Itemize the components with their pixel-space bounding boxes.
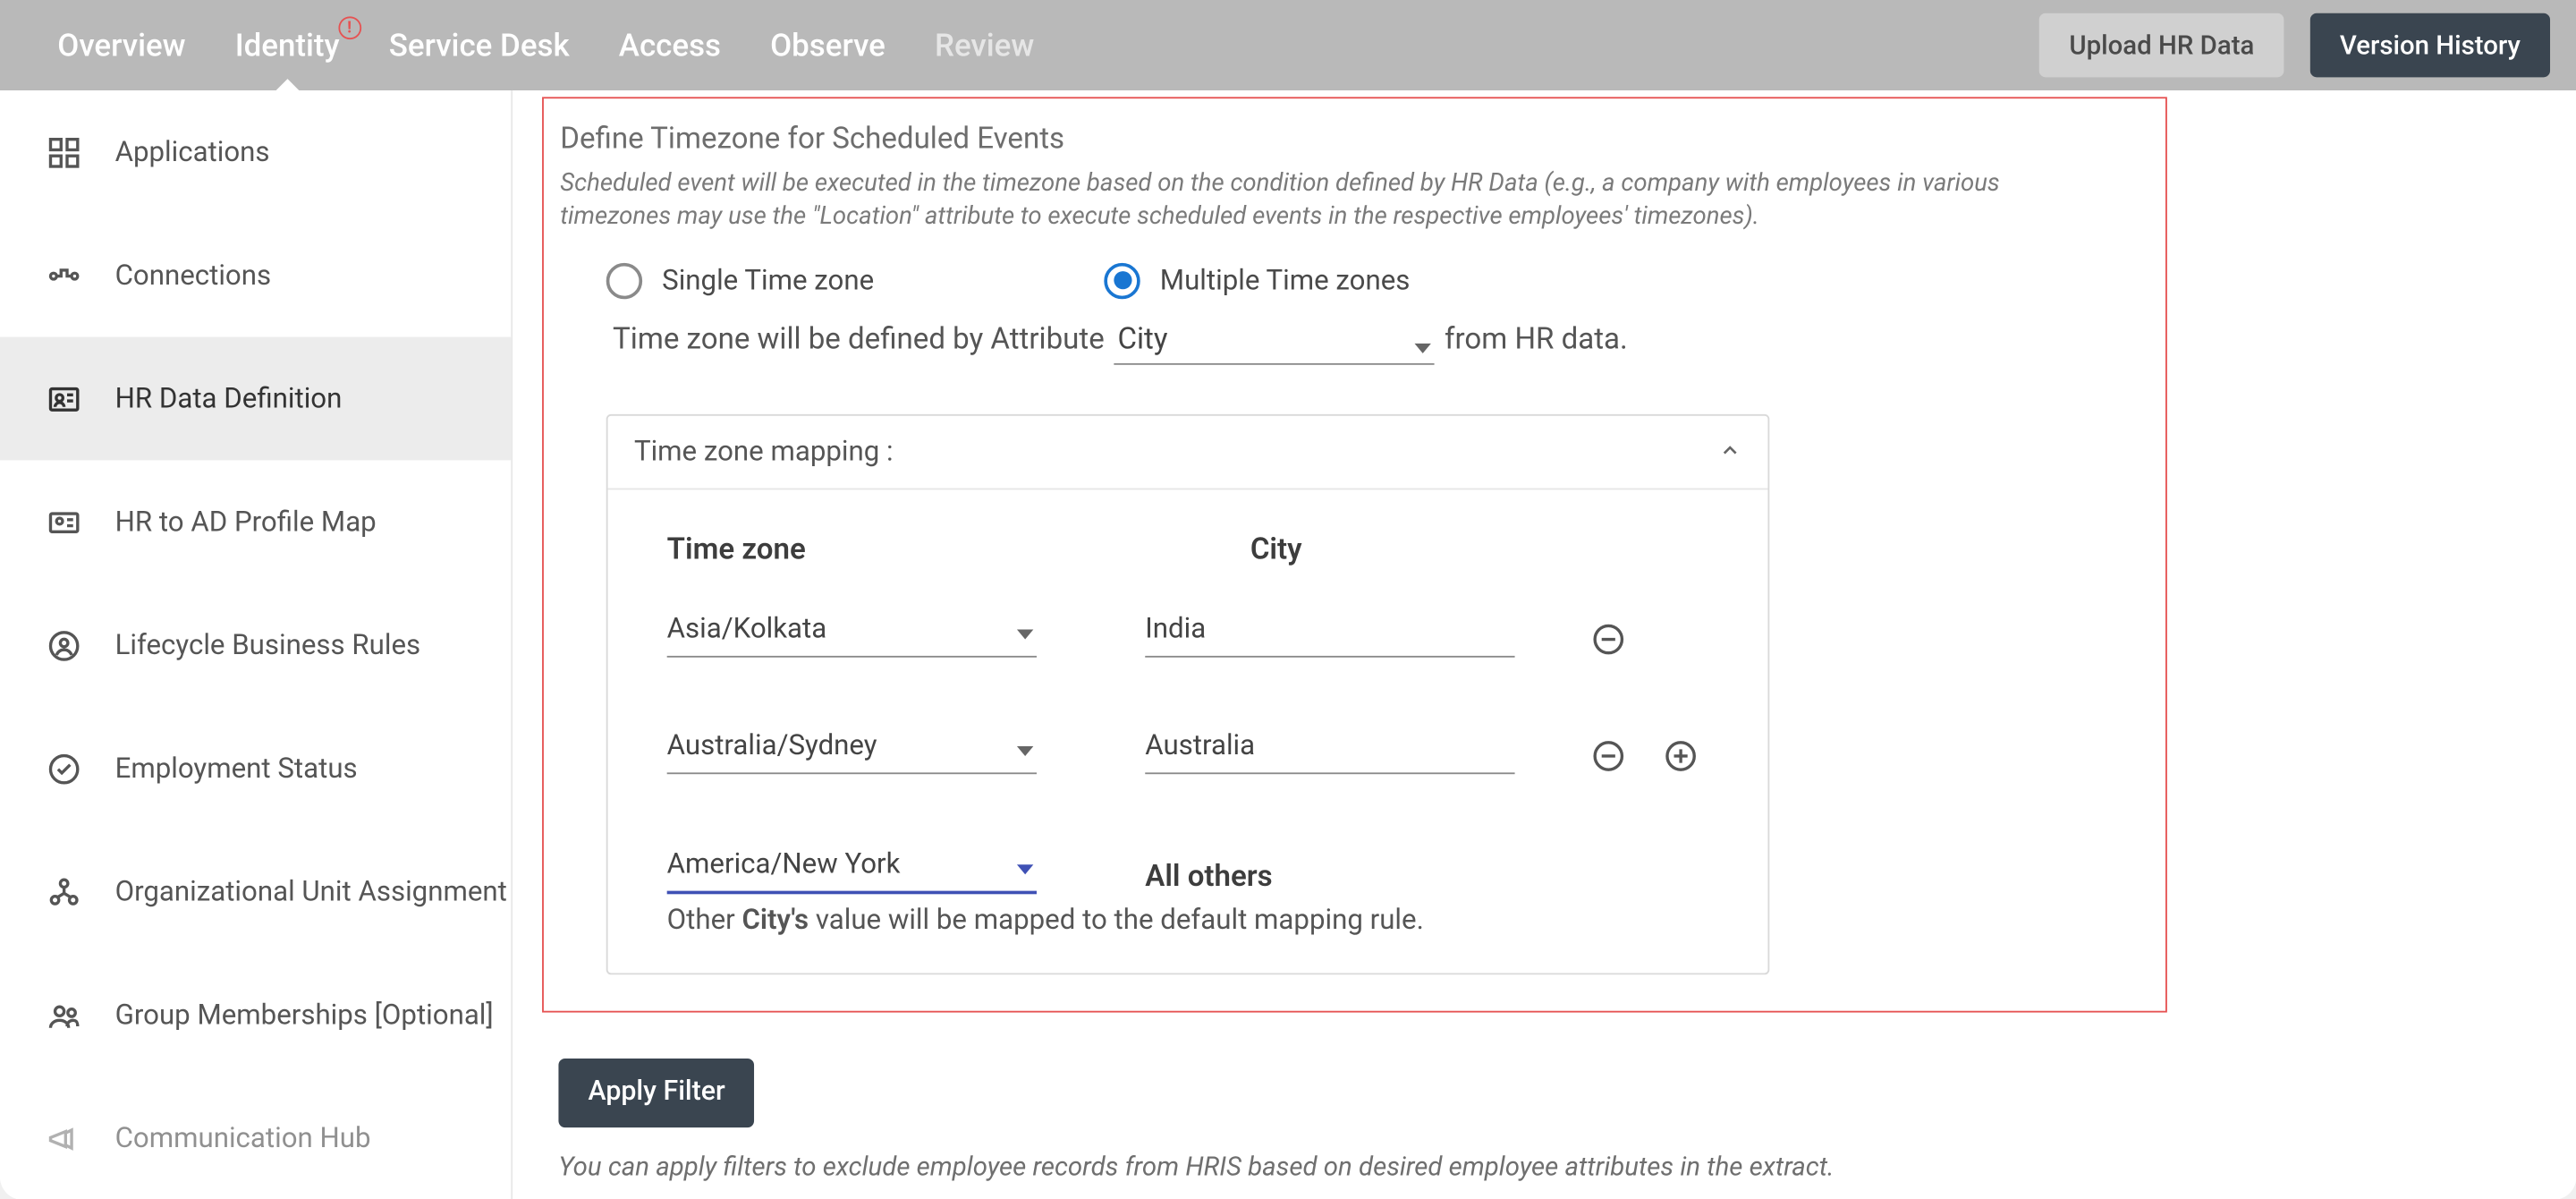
alert-icon — [338, 16, 361, 39]
sidebar-item-group-memberships[interactable]: Group Memberships [Optional] — [0, 953, 511, 1076]
col-header-city: City — [1250, 531, 1302, 566]
radio-label: Single Time zone — [662, 264, 874, 297]
sidebar-item-label: Lifecycle Business Rules — [115, 629, 421, 662]
sidebar-item-label: Group Memberships [Optional] — [115, 999, 494, 1032]
mapping-default-row: America/New York All others — [667, 846, 1732, 893]
radio-icon — [1104, 262, 1140, 298]
lifecycle-icon — [46, 627, 81, 663]
sidebar-item-employment-status[interactable]: Employment Status — [0, 707, 511, 830]
version-history-button[interactable]: Version History — [2310, 13, 2550, 78]
caret-down-icon — [1017, 629, 1033, 639]
sidebar-item-applications[interactable]: Applications — [0, 90, 511, 214]
sidebar-item-lifecycle-business-rules[interactable]: Lifecycle Business Rules — [0, 583, 511, 707]
sidebar-item-label: Organizational Unit Assignment — [115, 875, 507, 908]
mapping-header[interactable]: Time zone mapping : — [608, 415, 1768, 489]
sidebar-item-communication-hub[interactable]: Communication Hub — [0, 1076, 511, 1199]
sidebar-item-label: Connections — [115, 259, 272, 292]
content-body: Applications Connections HR Data Definit… — [0, 90, 2576, 1199]
sidebar-item-label: Employment Status — [115, 752, 358, 785]
upload-hr-data-button[interactable]: Upload HR Data — [2039, 13, 2284, 78]
caret-down-icon — [1017, 745, 1033, 755]
panel-description: Scheduled event will be executed in the … — [560, 166, 2072, 233]
add-row-button[interactable] — [1663, 737, 1699, 773]
attribute-sentence: Time zone will be defined by Attribute C… — [613, 321, 2149, 364]
tab-access[interactable]: Access — [594, 0, 745, 90]
profile-map-icon — [46, 504, 81, 540]
filter-description: You can apply filters to exclude employe… — [559, 1150, 2547, 1181]
timezone-mode-radios: Single Time zone Multiple Time zones — [606, 262, 2149, 298]
radio-single-timezone[interactable]: Single Time zone — [606, 262, 874, 298]
default-mapping-note: Other City's value will be mapped to the… — [667, 903, 1732, 936]
sidebar-item-label: HR Data Definition — [115, 382, 343, 415]
apply-filter-button[interactable]: Apply Filter — [559, 1058, 755, 1127]
org-unit-icon — [46, 873, 81, 909]
timezone-value: Asia/Kolkata — [667, 612, 827, 645]
chevron-up-icon — [1719, 439, 1742, 463]
mapping-row: Asia/Kolkata — [667, 612, 1732, 657]
caret-down-icon — [1415, 343, 1431, 353]
group-icon — [46, 997, 81, 1033]
tab-observe[interactable]: Observe — [746, 0, 911, 90]
main-content: Define Timezone for Scheduled Events Sch… — [513, 90, 2576, 1199]
caret-down-icon — [1017, 863, 1033, 873]
radio-multiple-timezones[interactable]: Multiple Time zones — [1104, 262, 1410, 298]
radio-label: Multiple Time zones — [1160, 264, 1411, 297]
sidebar-item-organizational-unit-assignment[interactable]: Organizational Unit Assignment — [0, 830, 511, 954]
timezone-panel: Define Timezone for Scheduled Events Sch… — [542, 97, 2167, 1011]
mapping-column-headers: Time zone City — [667, 531, 1732, 566]
top-tabs: Overview Identity Service Desk Access Ob… — [33, 0, 1059, 90]
panel-title: Define Timezone for Scheduled Events — [560, 122, 2148, 157]
radio-icon — [606, 262, 642, 298]
sidebar-item-label: HR to AD Profile Map — [115, 506, 377, 539]
connections-icon — [46, 257, 81, 293]
sidebar-item-hr-to-ad-profile-map[interactable]: HR to AD Profile Map — [0, 460, 511, 583]
tab-review[interactable]: Review — [910, 0, 1058, 90]
sidebar-item-connections[interactable]: Connections — [0, 214, 511, 337]
sidebar-item-hr-data-definition[interactable]: HR Data Definition — [0, 337, 511, 461]
row-actions — [1623, 737, 1699, 773]
mapping-row: Australia/Sydney — [667, 729, 1732, 774]
attribute-select[interactable]: City — [1114, 321, 1435, 364]
col-header-timezone: Time zone — [667, 531, 1037, 566]
timezone-value: America/New York — [667, 847, 901, 880]
timezone-mapping-box: Time zone mapping : Time zone City Asi — [606, 413, 1770, 974]
sidebar-item-label: Communication Hub — [115, 1122, 371, 1155]
city-input[interactable] — [1145, 729, 1514, 774]
timezone-select[interactable]: Australia/Sydney — [667, 729, 1037, 774]
sidebar-item-label: Applications — [115, 136, 270, 169]
id-card-icon — [46, 380, 81, 416]
mapping-header-label: Time zone mapping : — [634, 435, 894, 468]
grid-icon — [46, 134, 81, 170]
mapping-body: Time zone City Asia/Kolkata — [608, 489, 1768, 973]
timezone-select[interactable]: Asia/Kolkata — [667, 612, 1037, 657]
attribute-value: City — [1118, 321, 1168, 356]
sentence-post: from HR data. — [1445, 321, 1628, 356]
remove-row-button[interactable] — [1590, 737, 1626, 773]
top-bar: Overview Identity Service Desk Access Ob… — [0, 0, 2576, 90]
tab-identity-label: Identity — [235, 26, 340, 64]
tab-identity[interactable]: Identity — [210, 0, 364, 90]
timezone-value: Australia/Sydney — [667, 729, 877, 762]
tab-overview[interactable]: Overview — [33, 0, 210, 90]
default-timezone-select[interactable]: America/New York — [667, 847, 1037, 893]
topbar-actions: Upload HR Data Version History — [2039, 13, 2550, 78]
sentence-pre: Time zone will be defined by Attribute — [613, 321, 1105, 356]
row-actions — [1623, 620, 1627, 656]
sidebar: Applications Connections HR Data Definit… — [0, 90, 513, 1199]
check-circle-icon — [46, 751, 81, 787]
all-others-label: All others — [1145, 859, 1272, 894]
tab-service-desk[interactable]: Service Desk — [364, 0, 594, 90]
city-input[interactable] — [1145, 612, 1514, 657]
filter-section: Apply Filter You can apply filters to ex… — [559, 1058, 2547, 1181]
megaphone-icon — [46, 1120, 81, 1156]
remove-row-button[interactable] — [1590, 620, 1626, 656]
